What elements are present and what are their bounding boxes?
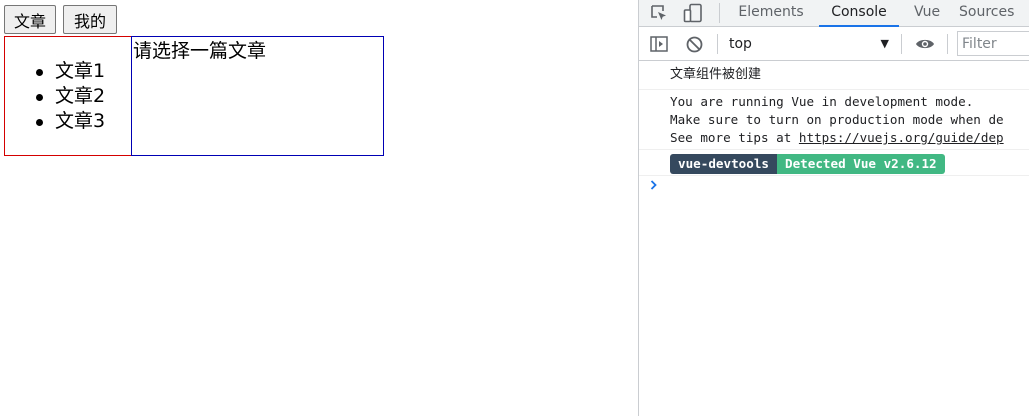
toolbar-divider [719, 3, 720, 23]
app-page: 文章 我的 文章1 文章2 文章3 请选择一篇文章 [0, 0, 638, 416]
console-message: You are running Vue in development mode.… [639, 90, 1029, 150]
vue-devtools-badge: vue-devtools [670, 154, 777, 174]
filter-input[interactable] [957, 31, 1029, 56]
vue-guide-link[interactable]: https://vuejs.org/guide/dep [799, 130, 1004, 145]
article-detail: 请选择一篇文章 [131, 36, 384, 156]
detail-placeholder-text: 请选择一篇文章 [133, 40, 267, 62]
article-list: 文章1 文章2 文章3 [4, 36, 132, 156]
context-select[interactable]: top ▼ [729, 33, 892, 55]
articles-button[interactable]: 文章 [4, 5, 56, 34]
tab-console[interactable]: Console [819, 0, 899, 27]
inspect-icon[interactable] [650, 4, 668, 22]
console-message: 文章组件被创建 [639, 62, 1029, 90]
article-items: 文章1 文章2 文章3 [5, 59, 105, 134]
article-item[interactable]: 文章3 [5, 109, 105, 134]
devtools-panel: Elements Console Vue Sources top ▼ Filte… [638, 0, 1029, 416]
console-output: 文章组件被创建 You are running Vue in developme… [639, 62, 1029, 190]
toolbar-divider [947, 34, 948, 54]
context-value: top [729, 36, 752, 52]
console-toolbar: top ▼ [639, 28, 1029, 61]
message-text: 文章组件被创建 [670, 67, 762, 82]
sidebar-toggle-icon[interactable] [650, 36, 668, 52]
message-line: Make sure to turn on production mode whe… [670, 112, 1004, 127]
eye-icon[interactable] [915, 37, 935, 51]
clear-console-icon[interactable] [686, 36, 703, 53]
article-item[interactable]: 文章2 [5, 84, 105, 109]
chevron-down-icon: ▼ [880, 37, 889, 50]
console-prompt-icon[interactable] [649, 179, 659, 191]
message-line: You are running Vue in development mode. [670, 94, 974, 109]
toolbar-divider [717, 34, 718, 54]
message-line-text: See more tips at [670, 130, 799, 145]
devtools-tabbar: Elements Console Vue Sources [639, 0, 1029, 27]
detected-vue-badge: Detected Vue v2.6.12 [777, 154, 945, 174]
tab-vue[interactable]: Vue [905, 0, 949, 27]
tab-elements[interactable]: Elements [731, 0, 811, 27]
tab-sources[interactable]: Sources [959, 0, 1029, 27]
console-message: vue-devtools Detected Vue v2.6.12 [639, 150, 1029, 176]
device-toggle-icon[interactable] [683, 3, 703, 23]
mine-button[interactable]: 我的 [63, 5, 117, 34]
toolbar-divider [901, 34, 902, 54]
article-item[interactable]: 文章1 [5, 59, 105, 84]
message-line: See more tips at https://vuejs.org/guide… [670, 129, 1029, 147]
